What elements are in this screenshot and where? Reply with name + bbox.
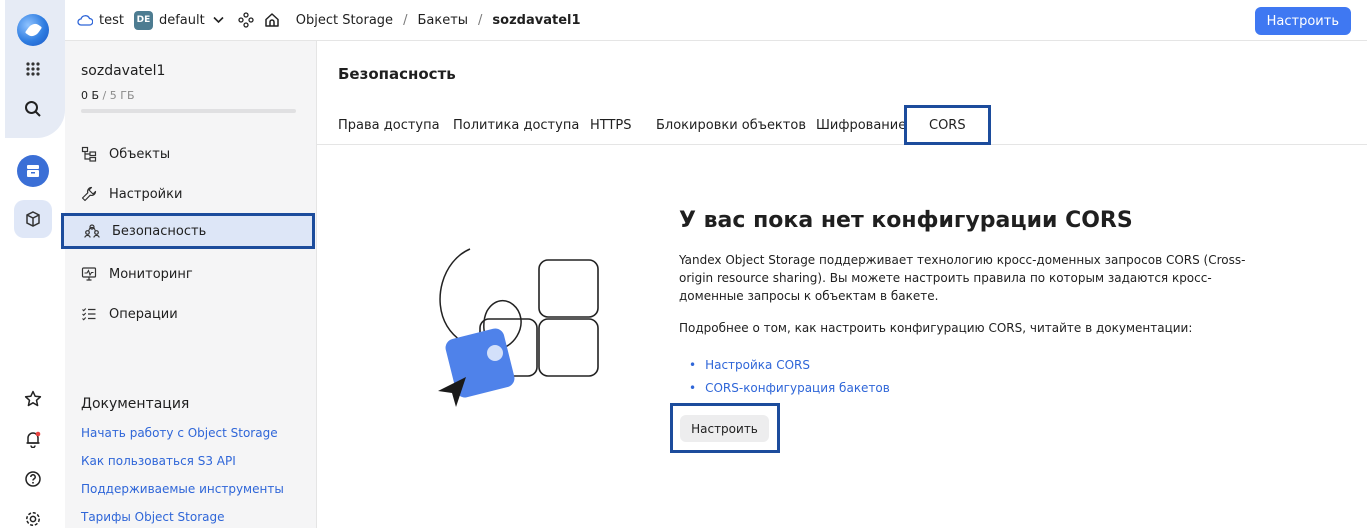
bell-icon[interactable] bbox=[19, 425, 47, 453]
link-cors-bucket-config[interactable]: CORS-конфигурация бакетов bbox=[705, 381, 890, 395]
folder-badge: DE bbox=[133, 10, 153, 30]
tab-https[interactable]: HTTPS bbox=[590, 105, 632, 145]
box-service-icon[interactable] bbox=[14, 200, 52, 238]
bucket-quota: 0 Б / 5 ГБ bbox=[81, 89, 135, 102]
empty-state-links: Настройка CORS CORS-конфигурация бакетов bbox=[689, 353, 890, 399]
sidebar-item-label: Мониторинг bbox=[109, 266, 193, 282]
breadcrumb-current: sozdavatel1 bbox=[492, 12, 581, 28]
empty-state-docs-hint: Подробнее о том, как настроить конфигура… bbox=[679, 321, 1193, 335]
object-storage-service-icon[interactable] bbox=[17, 155, 49, 187]
sidebar-item-monitoring[interactable]: Мониторинг bbox=[65, 256, 317, 292]
empty-state-title: У вас пока нет конфигурации CORS bbox=[679, 208, 1133, 233]
apps-grid-icon[interactable] bbox=[19, 55, 47, 83]
sidebar-item-label: Безопасность bbox=[112, 223, 207, 239]
breadcrumb-separator: / bbox=[403, 12, 408, 28]
sidebar-item-security[interactable]: Безопасность bbox=[61, 213, 315, 249]
star-icon[interactable] bbox=[19, 385, 47, 413]
list-item: CORS-конфигурация бакетов bbox=[689, 376, 890, 399]
tab-encryption[interactable]: Шифрование bbox=[816, 105, 906, 145]
sidebar-item-label: Настройки bbox=[109, 186, 183, 202]
breadcrumb-object-storage[interactable]: Object Storage bbox=[296, 13, 393, 28]
objects-icon bbox=[81, 146, 97, 162]
top-bar: test DE default Object Storage / Бакеты … bbox=[65, 0, 1367, 41]
cloud-logo-icon[interactable] bbox=[17, 14, 49, 46]
tab-cors[interactable]: CORS bbox=[904, 105, 991, 145]
search-icon[interactable] bbox=[19, 95, 47, 123]
settings-gear-icon[interactable] bbox=[19, 505, 47, 528]
sidebar-item-settings[interactable]: Настройки bbox=[65, 176, 317, 212]
main-content: Безопасность Права доступа Политика дост… bbox=[317, 41, 1367, 528]
cloud-name[interactable]: test bbox=[99, 13, 124, 28]
docs-link-getting-started[interactable]: Начать работу с Object Storage bbox=[81, 426, 278, 440]
tab-access-policy[interactable]: Политика доступа bbox=[453, 105, 579, 145]
quota-progress-bar bbox=[81, 109, 296, 113]
empty-state-description: Yandex Object Storage поддерживает техно… bbox=[679, 253, 1246, 303]
chevron-down-icon[interactable] bbox=[213, 16, 224, 24]
folder-name[interactable]: default bbox=[159, 13, 205, 28]
home-icon[interactable] bbox=[264, 12, 280, 28]
monitor-icon bbox=[81, 267, 97, 281]
left-rail bbox=[0, 0, 65, 528]
cloud-icon bbox=[77, 15, 93, 26]
bucket-name: sozdavatel1 bbox=[81, 63, 166, 79]
sidebar-item-label: Операции bbox=[109, 306, 178, 322]
docs-title: Документация bbox=[81, 396, 190, 412]
sidebar-item-label: Объекты bbox=[109, 146, 171, 162]
sidebar-item-objects[interactable]: Объекты bbox=[65, 136, 317, 172]
tab-access-rights[interactable]: Права доступа bbox=[338, 105, 440, 145]
wrench-icon bbox=[81, 186, 97, 202]
cors-illustration bbox=[438, 248, 599, 407]
sidebar-item-operations[interactable]: Операции bbox=[65, 296, 317, 332]
breadcrumb-separator: / bbox=[478, 12, 483, 28]
tab-object-lock[interactable]: Блокировки объектов bbox=[656, 105, 806, 145]
quota-total: / 5 ГБ bbox=[102, 89, 135, 102]
help-icon[interactable] bbox=[19, 465, 47, 493]
nodes-icon[interactable] bbox=[238, 12, 254, 28]
configure-button-highlight: Настроить bbox=[670, 403, 780, 453]
breadcrumb-buckets[interactable]: Бакеты bbox=[417, 13, 468, 28]
docs-link-tools[interactable]: Поддерживаемые инструменты bbox=[81, 482, 284, 496]
link-cors-setup[interactable]: Настройка CORS bbox=[705, 358, 810, 372]
page-title: Безопасность bbox=[338, 65, 456, 83]
list-item: Настройка CORS bbox=[689, 353, 890, 376]
quota-used: 0 Б bbox=[81, 89, 100, 102]
docs-link-s3-api[interactable]: Как пользоваться S3 API bbox=[81, 454, 236, 468]
configure-button-top[interactable]: Настроить bbox=[1254, 7, 1351, 35]
list-icon bbox=[82, 308, 96, 321]
bucket-sidebar: sozdavatel1 0 Б / 5 ГБ Объекты Настройки… bbox=[61, 41, 317, 528]
configure-cors-button[interactable]: Настроить bbox=[680, 415, 769, 442]
docs-link-pricing[interactable]: Тарифы Object Storage bbox=[81, 510, 225, 524]
users-icon bbox=[84, 224, 100, 238]
security-tabs: Права доступа Политика доступа HTTPS Бло… bbox=[317, 105, 1367, 145]
